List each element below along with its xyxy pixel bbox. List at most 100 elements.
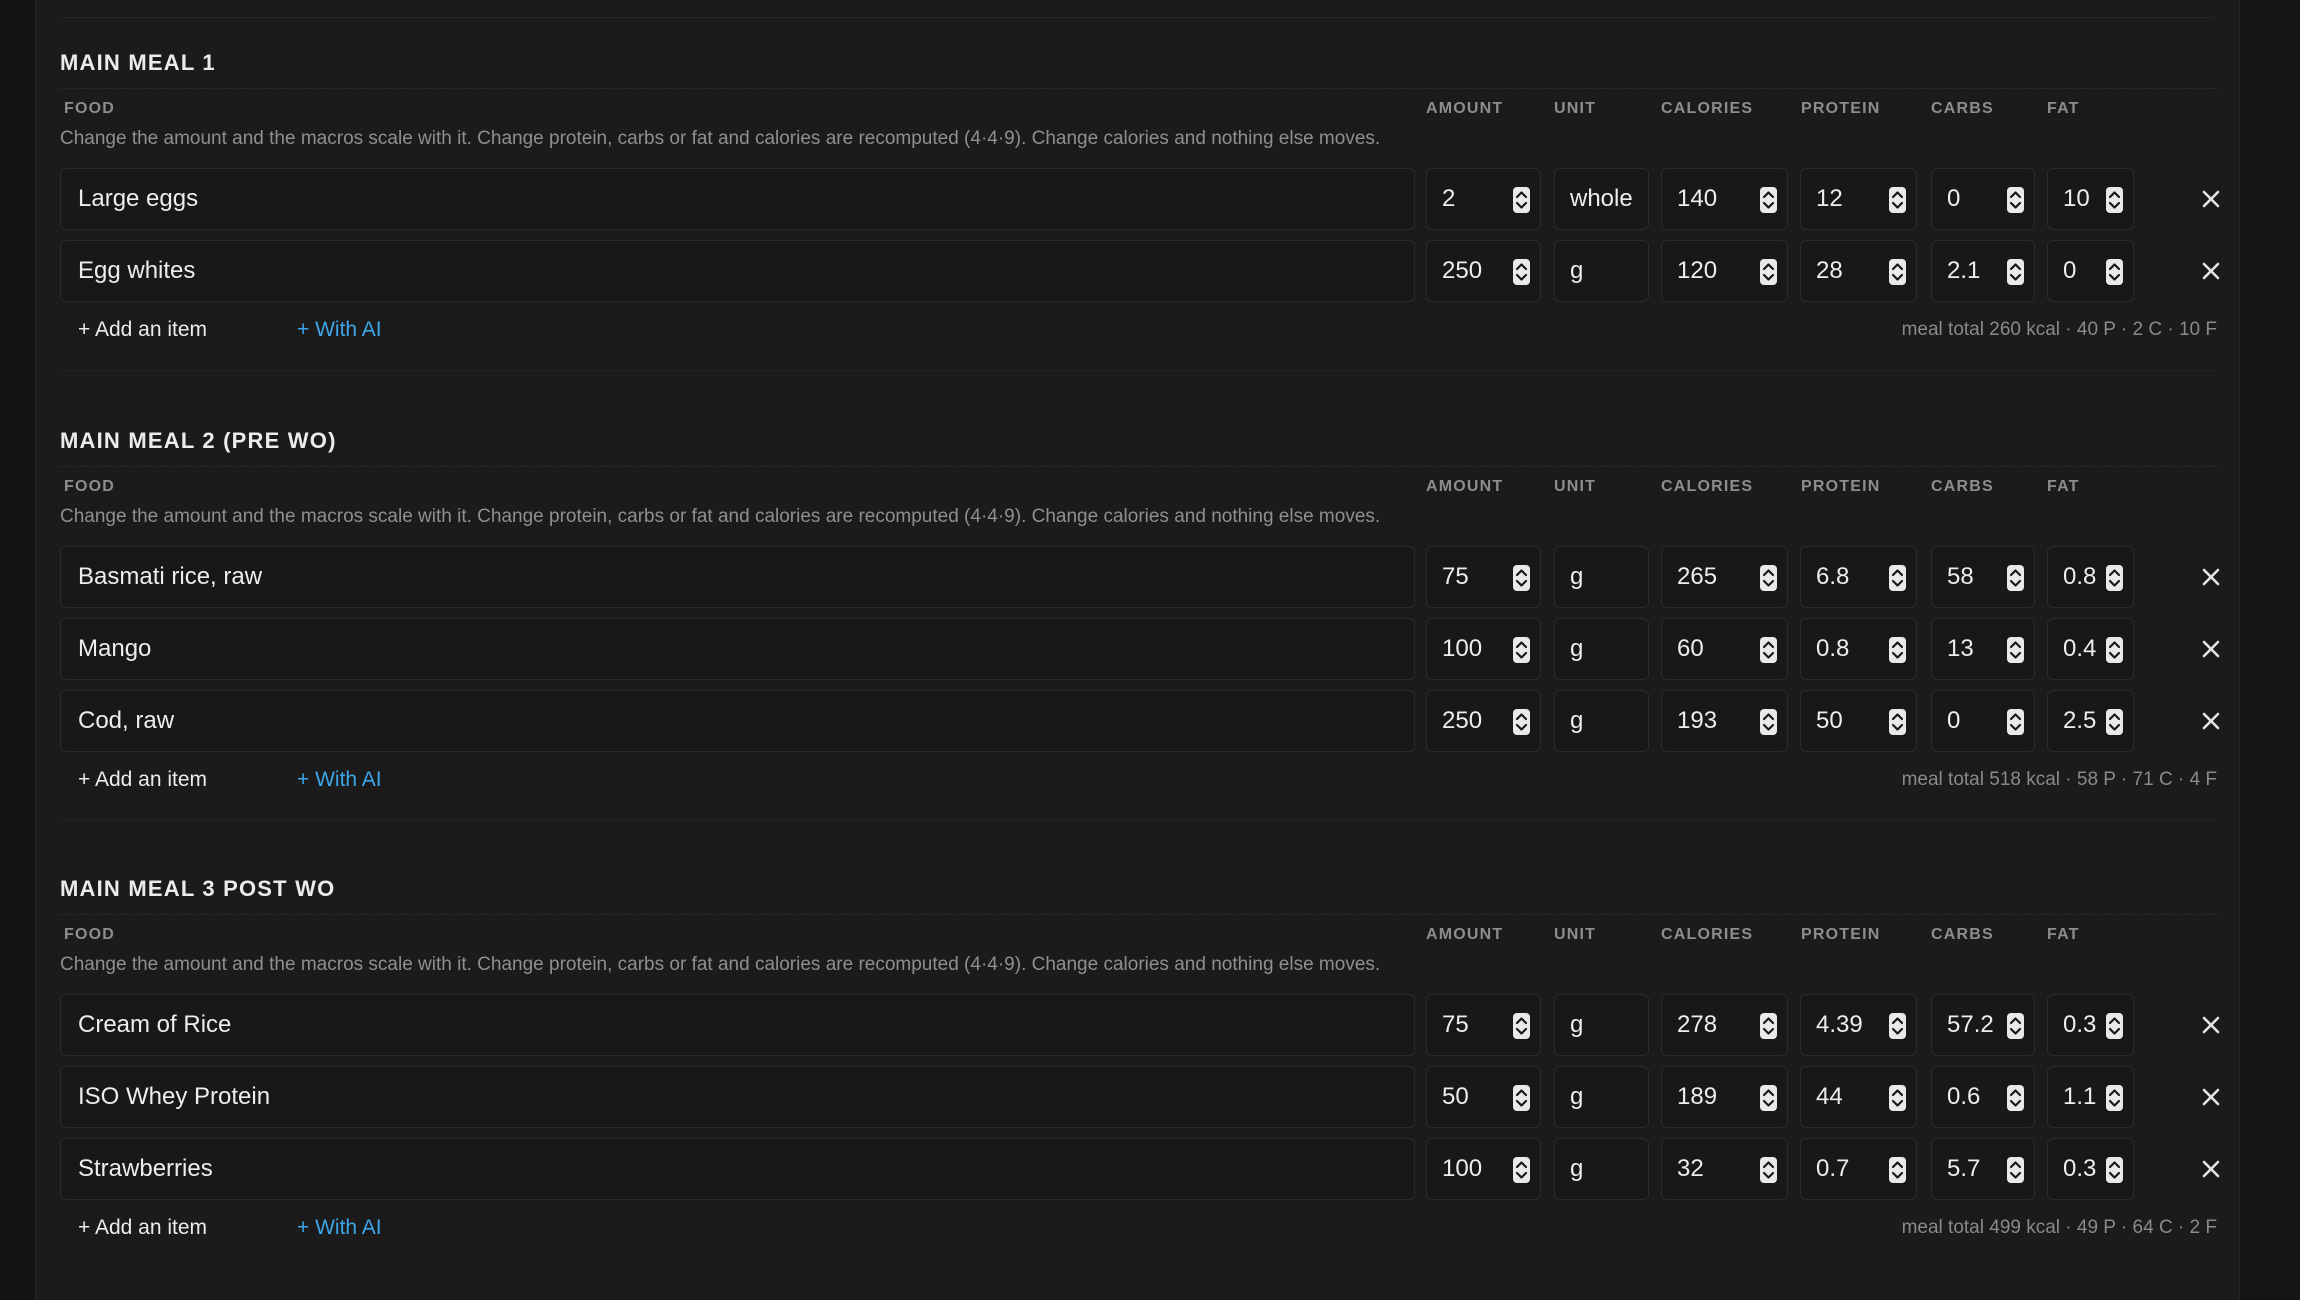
unit-field[interactable]: g <box>1554 1138 1649 1200</box>
fat-field[interactable]: 0.3 <box>2047 994 2134 1056</box>
amount-field[interactable]: 100 <box>1426 1138 1541 1200</box>
stepper-icon[interactable] <box>2106 1013 2123 1039</box>
add-item-button[interactable]: + Add an item <box>78 768 207 792</box>
stepper-icon[interactable] <box>1513 637 1530 663</box>
unit-field[interactable]: g <box>1554 690 1649 752</box>
fat-field[interactable]: 0 <box>2047 240 2134 302</box>
stepper-icon[interactable] <box>2007 637 2024 663</box>
stepper-icon[interactable] <box>1760 637 1777 663</box>
fat-field[interactable]: 0.8 <box>2047 546 2134 608</box>
scrollbar-track[interactable] <box>2240 0 2300 1300</box>
unit-field[interactable]: g <box>1554 994 1649 1056</box>
food-field[interactable]: Strawberries <box>60 1138 1415 1200</box>
carbs-field[interactable]: 58 <box>1931 546 2035 608</box>
protein-field[interactable]: 50 <box>1800 690 1917 752</box>
stepper-icon[interactable] <box>2007 565 2024 591</box>
protein-field[interactable]: 4.39 <box>1800 994 1917 1056</box>
fat-field[interactable]: 0.3 <box>2047 1138 2134 1200</box>
stepper-icon[interactable] <box>1889 565 1906 591</box>
calories-field[interactable]: 278 <box>1661 994 1788 1056</box>
add-item-button[interactable]: + Add an item <box>78 1216 207 1240</box>
protein-field[interactable]: 6.8 <box>1800 546 1917 608</box>
protein-field[interactable]: 28 <box>1800 240 1917 302</box>
stepper-icon[interactable] <box>2106 259 2123 285</box>
stepper-icon[interactable] <box>1889 187 1906 213</box>
unit-field[interactable]: g <box>1554 240 1649 302</box>
carbs-field[interactable]: 57.2 <box>1931 994 2035 1056</box>
food-field[interactable]: Cod, raw <box>60 690 1415 752</box>
calories-field[interactable]: 189 <box>1661 1066 1788 1128</box>
calories-field[interactable]: 60 <box>1661 618 1788 680</box>
food-field[interactable]: Basmati rice, raw <box>60 546 1415 608</box>
add-with-ai-button[interactable]: + With AI <box>297 318 382 342</box>
add-with-ai-button[interactable]: + With AI <box>297 1216 382 1240</box>
calories-field[interactable]: 32 <box>1661 1138 1788 1200</box>
remove-item-icon[interactable] <box>2195 1153 2227 1185</box>
remove-item-icon[interactable] <box>2195 1009 2227 1041</box>
stepper-icon[interactable] <box>1513 259 1530 285</box>
stepper-icon[interactable] <box>1889 637 1906 663</box>
calories-field[interactable]: 193 <box>1661 690 1788 752</box>
protein-field[interactable]: 12 <box>1800 168 1917 230</box>
carbs-field[interactable]: 0 <box>1931 690 2035 752</box>
stepper-icon[interactable] <box>2106 709 2123 735</box>
food-field[interactable]: Egg whites <box>60 240 1415 302</box>
remove-item-icon[interactable] <box>2195 705 2227 737</box>
fat-field[interactable]: 0.4 <box>2047 618 2134 680</box>
calories-field[interactable]: 265 <box>1661 546 1788 608</box>
fat-field[interactable]: 10 <box>2047 168 2134 230</box>
food-field[interactable]: ISO Whey Protein <box>60 1066 1415 1128</box>
stepper-icon[interactable] <box>1760 565 1777 591</box>
carbs-field[interactable]: 5.7 <box>1931 1138 2035 1200</box>
stepper-icon[interactable] <box>2007 259 2024 285</box>
stepper-icon[interactable] <box>2106 565 2123 591</box>
stepper-icon[interactable] <box>1513 1085 1530 1111</box>
fat-field[interactable]: 2.5 <box>2047 690 2134 752</box>
remove-item-icon[interactable] <box>2195 1081 2227 1113</box>
stepper-icon[interactable] <box>1513 1013 1530 1039</box>
protein-field[interactable]: 0.8 <box>1800 618 1917 680</box>
amount-field[interactable]: 250 <box>1426 240 1541 302</box>
food-field[interactable]: Mango <box>60 618 1415 680</box>
amount-field[interactable]: 2 <box>1426 168 1541 230</box>
stepper-icon[interactable] <box>1889 1085 1906 1111</box>
stepper-icon[interactable] <box>1889 1013 1906 1039</box>
amount-field[interactable]: 75 <box>1426 546 1541 608</box>
stepper-icon[interactable] <box>1760 1013 1777 1039</box>
stepper-icon[interactable] <box>1760 709 1777 735</box>
unit-field[interactable]: g <box>1554 1066 1649 1128</box>
stepper-icon[interactable] <box>2106 1085 2123 1111</box>
food-field[interactable]: Large eggs <box>60 168 1415 230</box>
carbs-field[interactable]: 0 <box>1931 168 2035 230</box>
stepper-icon[interactable] <box>2106 187 2123 213</box>
stepper-icon[interactable] <box>1513 187 1530 213</box>
carbs-field[interactable]: 2.1 <box>1931 240 2035 302</box>
stepper-icon[interactable] <box>2007 1157 2024 1183</box>
amount-field[interactable]: 50 <box>1426 1066 1541 1128</box>
unit-field[interactable]: g <box>1554 618 1649 680</box>
stepper-icon[interactable] <box>2007 709 2024 735</box>
stepper-icon[interactable] <box>2106 637 2123 663</box>
stepper-icon[interactable] <box>1513 709 1530 735</box>
calories-field[interactable]: 120 <box>1661 240 1788 302</box>
stepper-icon[interactable] <box>1760 187 1777 213</box>
amount-field[interactable]: 100 <box>1426 618 1541 680</box>
food-field[interactable]: Cream of Rice <box>60 994 1415 1056</box>
carbs-field[interactable]: 0.6 <box>1931 1066 2035 1128</box>
stepper-icon[interactable] <box>1760 1085 1777 1111</box>
unit-field[interactable]: whole <box>1554 168 1649 230</box>
add-with-ai-button[interactable]: + With AI <box>297 768 382 792</box>
stepper-icon[interactable] <box>1513 1157 1530 1183</box>
remove-item-icon[interactable] <box>2195 255 2227 287</box>
remove-item-icon[interactable] <box>2195 561 2227 593</box>
amount-field[interactable]: 250 <box>1426 690 1541 752</box>
stepper-icon[interactable] <box>2007 187 2024 213</box>
carbs-field[interactable]: 13 <box>1931 618 2035 680</box>
remove-item-icon[interactable] <box>2195 183 2227 215</box>
stepper-icon[interactable] <box>2106 1157 2123 1183</box>
stepper-icon[interactable] <box>1760 1157 1777 1183</box>
stepper-icon[interactable] <box>1760 259 1777 285</box>
unit-field[interactable]: g <box>1554 546 1649 608</box>
stepper-icon[interactable] <box>1513 565 1530 591</box>
stepper-icon[interactable] <box>1889 1157 1906 1183</box>
